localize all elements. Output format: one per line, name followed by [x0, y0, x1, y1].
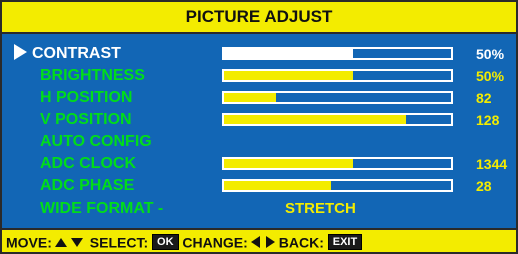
control-hint-bar: MOVE: SELECT: OK CHANGE: BACK: EXIT — [2, 228, 516, 252]
wide-format-value: STRETCH — [285, 200, 356, 217]
move-hint-label: MOVE: — [6, 234, 52, 251]
arrow-left-icon — [250, 236, 260, 249]
adc-phase-slider-fill — [224, 181, 331, 190]
menu-item-adc-phase[interactable]: ADC PHASE 28 — [2, 175, 516, 197]
change-hint-label: CHANGE: — [182, 234, 248, 251]
v-position-value: 128 — [476, 112, 500, 128]
adc-clock-slider-fill — [224, 159, 354, 168]
menu-item-v-position[interactable]: V POSITION 128 — [2, 109, 516, 131]
menu-item-adc-clock[interactable]: ADC CLOCK 1344 — [2, 153, 516, 175]
h-position-value: 82 — [476, 90, 492, 106]
contrast-value: 50% — [476, 46, 505, 62]
adc-clock-value: 1344 — [476, 156, 508, 172]
h-position-slider-fill — [224, 93, 277, 102]
v-position-slider[interactable] — [222, 113, 453, 126]
adc-clock-label: ADC CLOCK — [40, 155, 136, 172]
picture-adjust-osd: PICTURE ADJUST CONTRAST 50% BRIGHTNESS 5… — [0, 0, 518, 254]
arrow-up-icon — [54, 237, 67, 247]
menu-item-auto-config[interactable]: AUTO CONFIG — [2, 131, 516, 153]
selection-pointer-icon — [14, 44, 27, 60]
h-position-slider[interactable] — [222, 91, 453, 104]
menu-title: PICTURE ADJUST — [2, 2, 516, 34]
v-position-label: V POSITION — [40, 111, 132, 128]
ok-key-icon: OK — [152, 234, 179, 251]
v-position-slider-fill — [224, 115, 406, 124]
select-hint-label: SELECT: — [89, 234, 149, 251]
brightness-value: 50% — [476, 68, 505, 84]
arrow-right-icon — [265, 236, 275, 249]
brightness-slider[interactable] — [222, 69, 453, 82]
adc-clock-slider[interactable] — [222, 157, 453, 170]
arrow-down-icon — [70, 237, 83, 247]
exit-key-icon: EXIT — [327, 234, 363, 251]
contrast-slider[interactable] — [222, 47, 453, 60]
contrast-label: CONTRAST — [32, 45, 121, 62]
contrast-slider-fill — [224, 49, 354, 58]
brightness-slider-fill — [224, 71, 354, 80]
brightness-label: BRIGHTNESS — [40, 67, 145, 84]
wide-format-label: WIDE FORMAT - — [40, 200, 164, 217]
menu-item-wide-format[interactable]: WIDE FORMAT - STRETCH — [2, 198, 516, 220]
h-position-label: H POSITION — [40, 89, 133, 106]
auto-config-label: AUTO CONFIG — [40, 133, 152, 150]
adc-phase-value: 28 — [476, 178, 492, 194]
menu-item-contrast[interactable]: CONTRAST 50% — [2, 43, 516, 65]
back-hint-label: BACK: — [278, 234, 324, 251]
adc-phase-slider[interactable] — [222, 179, 453, 192]
menu-item-h-position[interactable]: H POSITION 82 — [2, 87, 516, 109]
adc-phase-label: ADC PHASE — [40, 177, 135, 194]
menu-item-brightness[interactable]: BRIGHTNESS 50% — [2, 65, 516, 87]
